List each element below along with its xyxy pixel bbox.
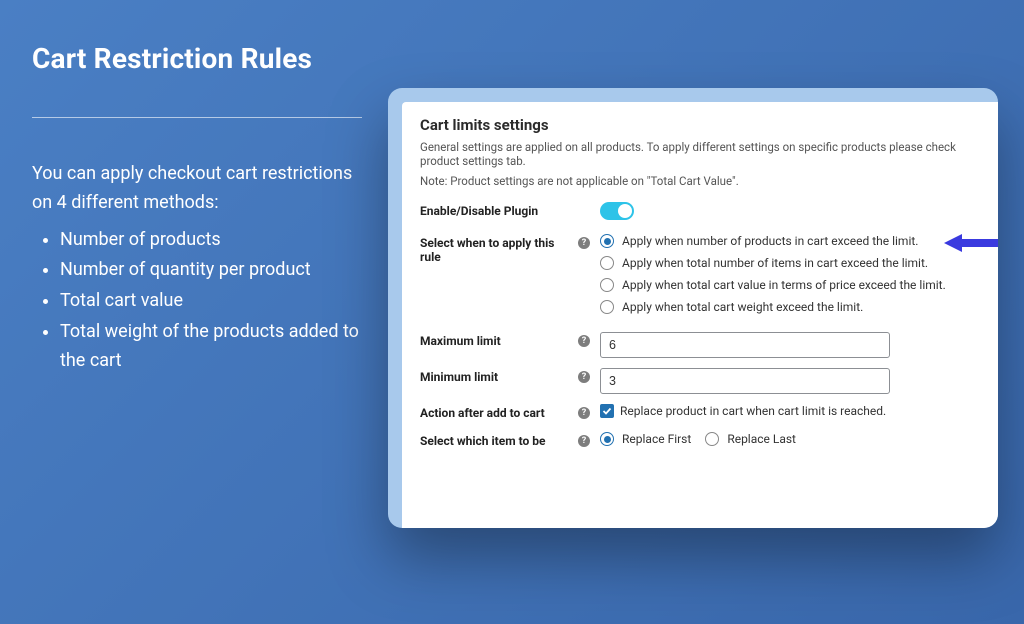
list-item: Number of products	[60, 226, 372, 255]
list-item: Total weight of the products added to th…	[60, 318, 372, 376]
enable-plugin-toggle[interactable]	[600, 202, 634, 220]
apply-rule-label: Select when to apply this rule	[420, 234, 578, 264]
action-after-add-label: Action after add to cart	[420, 404, 578, 420]
list-item: Number of quantity per product	[60, 256, 372, 285]
title-divider	[32, 117, 362, 118]
panel-note: Note: Product settings are not applicabl…	[420, 174, 980, 188]
replace-product-checkbox[interactable]	[600, 404, 614, 418]
help-icon[interactable]: ?	[578, 335, 590, 347]
replace-first-radio[interactable]	[600, 432, 614, 446]
max-limit-input[interactable]	[600, 332, 890, 358]
settings-card: Cart limits settings General settings ar…	[388, 88, 998, 528]
rule-radio-weight[interactable]	[600, 300, 614, 314]
panel-title: Cart limits settings	[420, 116, 980, 134]
replace-first-label: Replace First	[622, 432, 691, 446]
methods-list: Number of products Number of quantity pe…	[60, 226, 372, 376]
help-icon[interactable]: ?	[578, 237, 590, 249]
select-replace-item-label: Select which item to be	[420, 432, 578, 448]
rule-radio-label: Apply when total cart value in terms of …	[622, 278, 946, 292]
replace-product-checkbox-label: Replace product in cart when cart limit …	[620, 404, 886, 418]
rule-radio-value[interactable]	[600, 278, 614, 292]
intro-text: You can apply checkout cart restrictions…	[32, 160, 372, 218]
replace-last-label: Replace Last	[727, 432, 796, 446]
enable-plugin-label: Enable/Disable Plugin	[420, 202, 578, 218]
min-limit-label: Minimum limit	[420, 368, 578, 384]
rule-radio-label: Apply when number of products in cart ex…	[622, 234, 918, 248]
pointer-arrow-icon	[944, 232, 998, 254]
page-title: Cart Restriction Rules	[32, 42, 372, 75]
rule-radio-label: Apply when total number of items in cart…	[622, 256, 928, 270]
help-icon[interactable]: ?	[578, 371, 590, 383]
min-limit-input[interactable]	[600, 368, 890, 394]
rule-radio-items[interactable]	[600, 256, 614, 270]
replace-last-radio[interactable]	[705, 432, 719, 446]
help-icon[interactable]: ?	[578, 407, 590, 419]
rule-radio-products[interactable]	[600, 234, 614, 248]
settings-panel: Cart limits settings General settings ar…	[402, 102, 998, 528]
help-icon[interactable]: ?	[578, 435, 590, 447]
list-item: Total cart value	[60, 287, 372, 316]
panel-description: General settings are applied on all prod…	[420, 140, 980, 168]
rule-radio-label: Apply when total cart weight exceed the …	[622, 300, 863, 314]
max-limit-label: Maximum limit	[420, 332, 578, 348]
